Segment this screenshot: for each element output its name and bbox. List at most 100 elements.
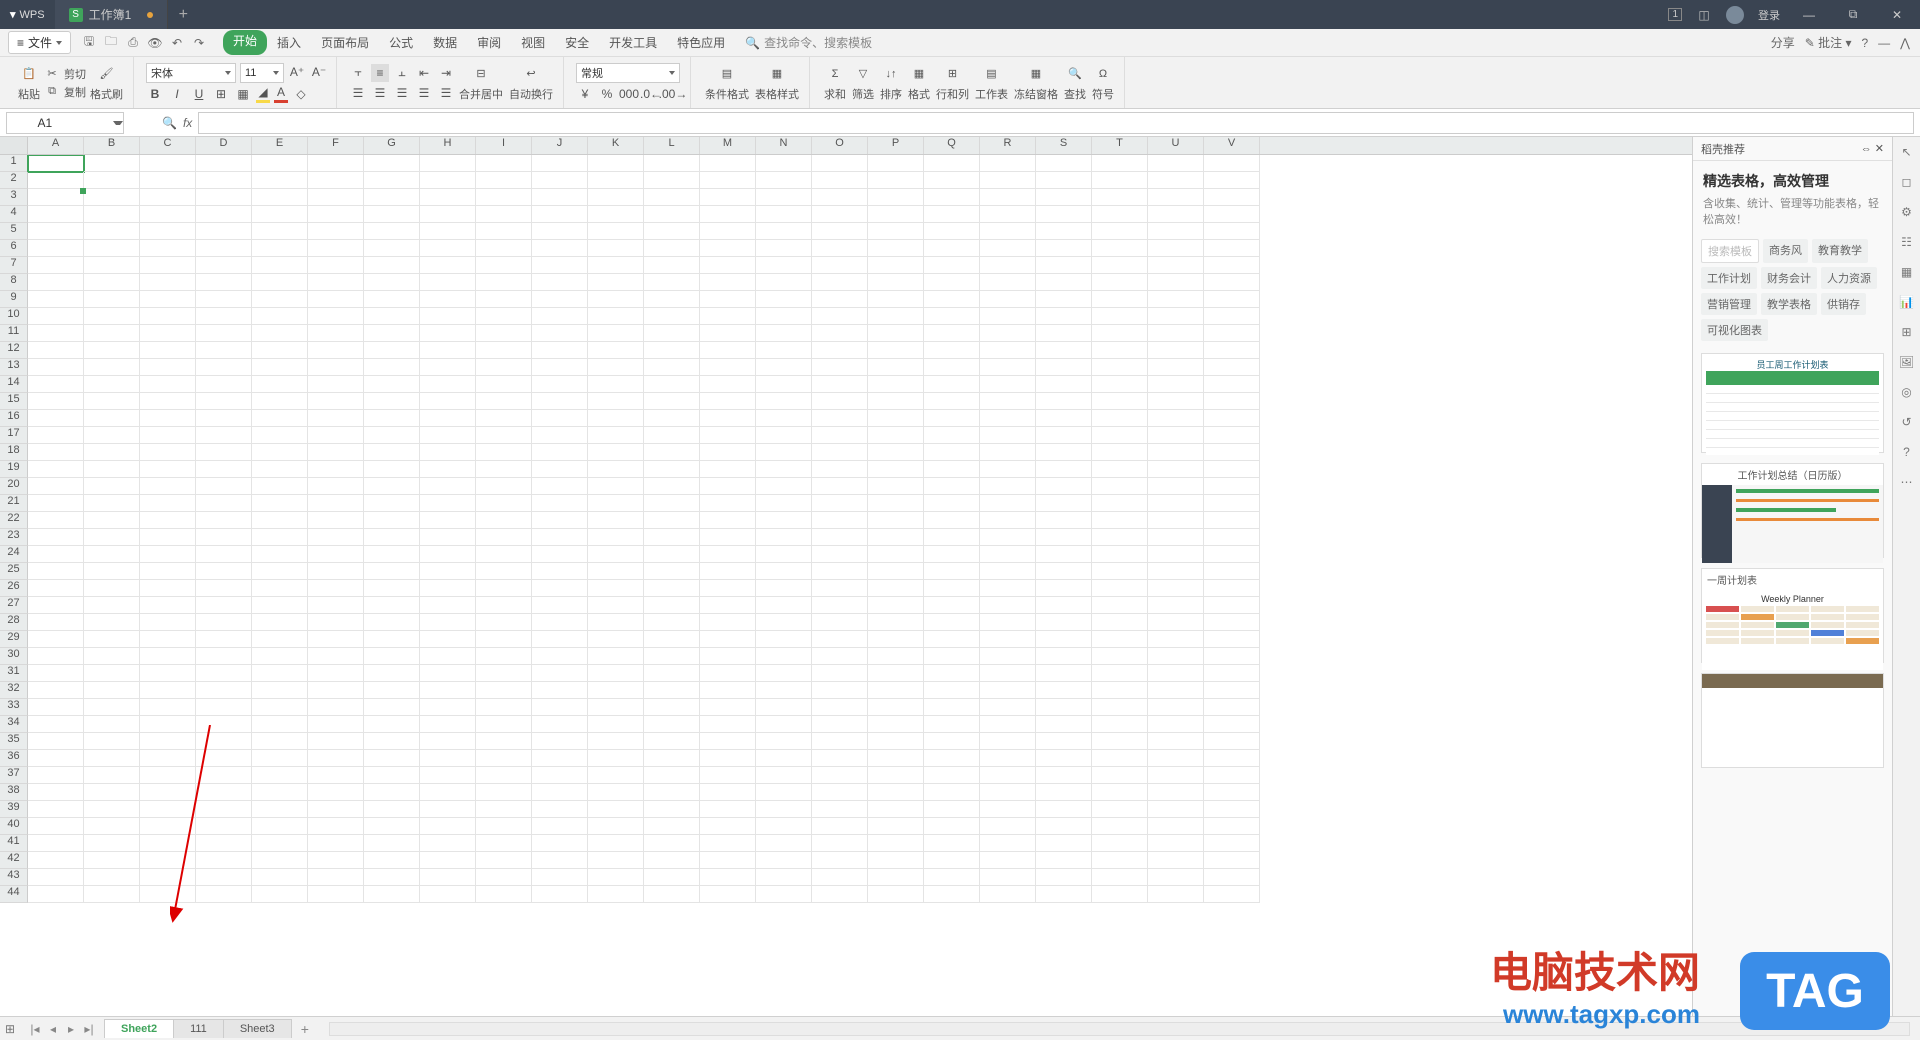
cell[interactable]: [532, 359, 588, 376]
cell[interactable]: [812, 240, 868, 257]
cell[interactable]: [924, 665, 980, 682]
formula-input[interactable]: [198, 112, 1914, 134]
redo-icon[interactable]: ↷: [189, 33, 209, 53]
cell[interactable]: [1204, 869, 1260, 886]
cell[interactable]: [420, 529, 476, 546]
cell[interactable]: [1036, 172, 1092, 189]
cell[interactable]: [140, 189, 196, 206]
row-header[interactable]: 17: [0, 427, 28, 444]
increase-decimal-icon[interactable]: .00→: [664, 85, 682, 103]
cell[interactable]: [1148, 461, 1204, 478]
cell[interactable]: [700, 461, 756, 478]
cell[interactable]: [588, 274, 644, 291]
cell[interactable]: [1204, 716, 1260, 733]
cell[interactable]: [644, 495, 700, 512]
cell[interactable]: [588, 818, 644, 835]
cell[interactable]: [252, 376, 308, 393]
cell[interactable]: [812, 665, 868, 682]
cell[interactable]: [588, 512, 644, 529]
menu-start[interactable]: 开始: [223, 30, 267, 55]
cell[interactable]: [700, 580, 756, 597]
cell[interactable]: [812, 733, 868, 750]
cell[interactable]: [924, 682, 980, 699]
cell[interactable]: [644, 325, 700, 342]
cell[interactable]: [420, 308, 476, 325]
cell[interactable]: [420, 699, 476, 716]
cell[interactable]: [1036, 886, 1092, 903]
cell[interactable]: [196, 461, 252, 478]
cell[interactable]: [1036, 597, 1092, 614]
cell[interactable]: [644, 189, 700, 206]
cell[interactable]: [420, 206, 476, 223]
cell[interactable]: [868, 529, 924, 546]
cell[interactable]: [196, 376, 252, 393]
cell[interactable]: [644, 359, 700, 376]
cell[interactable]: [924, 784, 980, 801]
cell[interactable]: [644, 444, 700, 461]
cell[interactable]: [924, 325, 980, 342]
cell[interactable]: [476, 750, 532, 767]
print-icon[interactable]: ⎙: [123, 33, 143, 53]
cell[interactable]: [476, 682, 532, 699]
cell[interactable]: [364, 461, 420, 478]
col-header[interactable]: H: [420, 137, 476, 154]
col-header[interactable]: D: [196, 137, 252, 154]
cell[interactable]: [1092, 580, 1148, 597]
cell[interactable]: [1036, 359, 1092, 376]
cell[interactable]: [980, 376, 1036, 393]
cell[interactable]: [364, 614, 420, 631]
cell[interactable]: [1148, 801, 1204, 818]
cell[interactable]: [1036, 206, 1092, 223]
cell[interactable]: [252, 206, 308, 223]
decrease-font-icon[interactable]: A⁻: [310, 63, 328, 81]
row-header[interactable]: 20: [0, 478, 28, 495]
cell[interactable]: [1036, 223, 1092, 240]
cell[interactable]: [364, 835, 420, 852]
cell[interactable]: [532, 835, 588, 852]
cell[interactable]: [1204, 563, 1260, 580]
freeze-button[interactable]: ▦冻结窗格: [1012, 64, 1060, 102]
cell[interactable]: [924, 563, 980, 580]
cell[interactable]: [1148, 189, 1204, 206]
cell[interactable]: [1092, 665, 1148, 682]
row-header[interactable]: 43: [0, 869, 28, 886]
cell[interactable]: [196, 325, 252, 342]
cell[interactable]: [980, 733, 1036, 750]
cell[interactable]: [868, 750, 924, 767]
cell[interactable]: [924, 869, 980, 886]
cell[interactable]: [420, 682, 476, 699]
cell[interactable]: [140, 529, 196, 546]
cell[interactable]: [1036, 495, 1092, 512]
cell[interactable]: [756, 767, 812, 784]
cell[interactable]: [1036, 342, 1092, 359]
cell[interactable]: [364, 665, 420, 682]
cell[interactable]: [364, 852, 420, 869]
cell[interactable]: [700, 155, 756, 172]
cell[interactable]: [308, 597, 364, 614]
cell[interactable]: [924, 750, 980, 767]
cell[interactable]: [1036, 869, 1092, 886]
cell[interactable]: [28, 563, 84, 580]
row-header[interactable]: 3: [0, 189, 28, 206]
cell[interactable]: [196, 410, 252, 427]
col-header[interactable]: F: [308, 137, 364, 154]
cell[interactable]: [28, 291, 84, 308]
apps-icon[interactable]: ◫: [1696, 7, 1712, 23]
cell[interactable]: [308, 733, 364, 750]
copy-button[interactable]: ⧉复制: [44, 84, 86, 100]
maximize-button[interactable]: ⧉: [1838, 0, 1868, 29]
col-header[interactable]: M: [700, 137, 756, 154]
cell[interactable]: [252, 750, 308, 767]
cell[interactable]: [84, 206, 140, 223]
cell[interactable]: [420, 886, 476, 903]
cell[interactable]: [1036, 274, 1092, 291]
help-icon[interactable]: ?: [1898, 443, 1916, 461]
cell[interactable]: [1204, 376, 1260, 393]
cell[interactable]: [980, 648, 1036, 665]
cell[interactable]: [1148, 291, 1204, 308]
cell[interactable]: [644, 750, 700, 767]
cell[interactable]: [588, 342, 644, 359]
cell[interactable]: [812, 325, 868, 342]
increase-indent-icon[interactable]: ⇥: [437, 64, 455, 82]
cell[interactable]: [84, 546, 140, 563]
